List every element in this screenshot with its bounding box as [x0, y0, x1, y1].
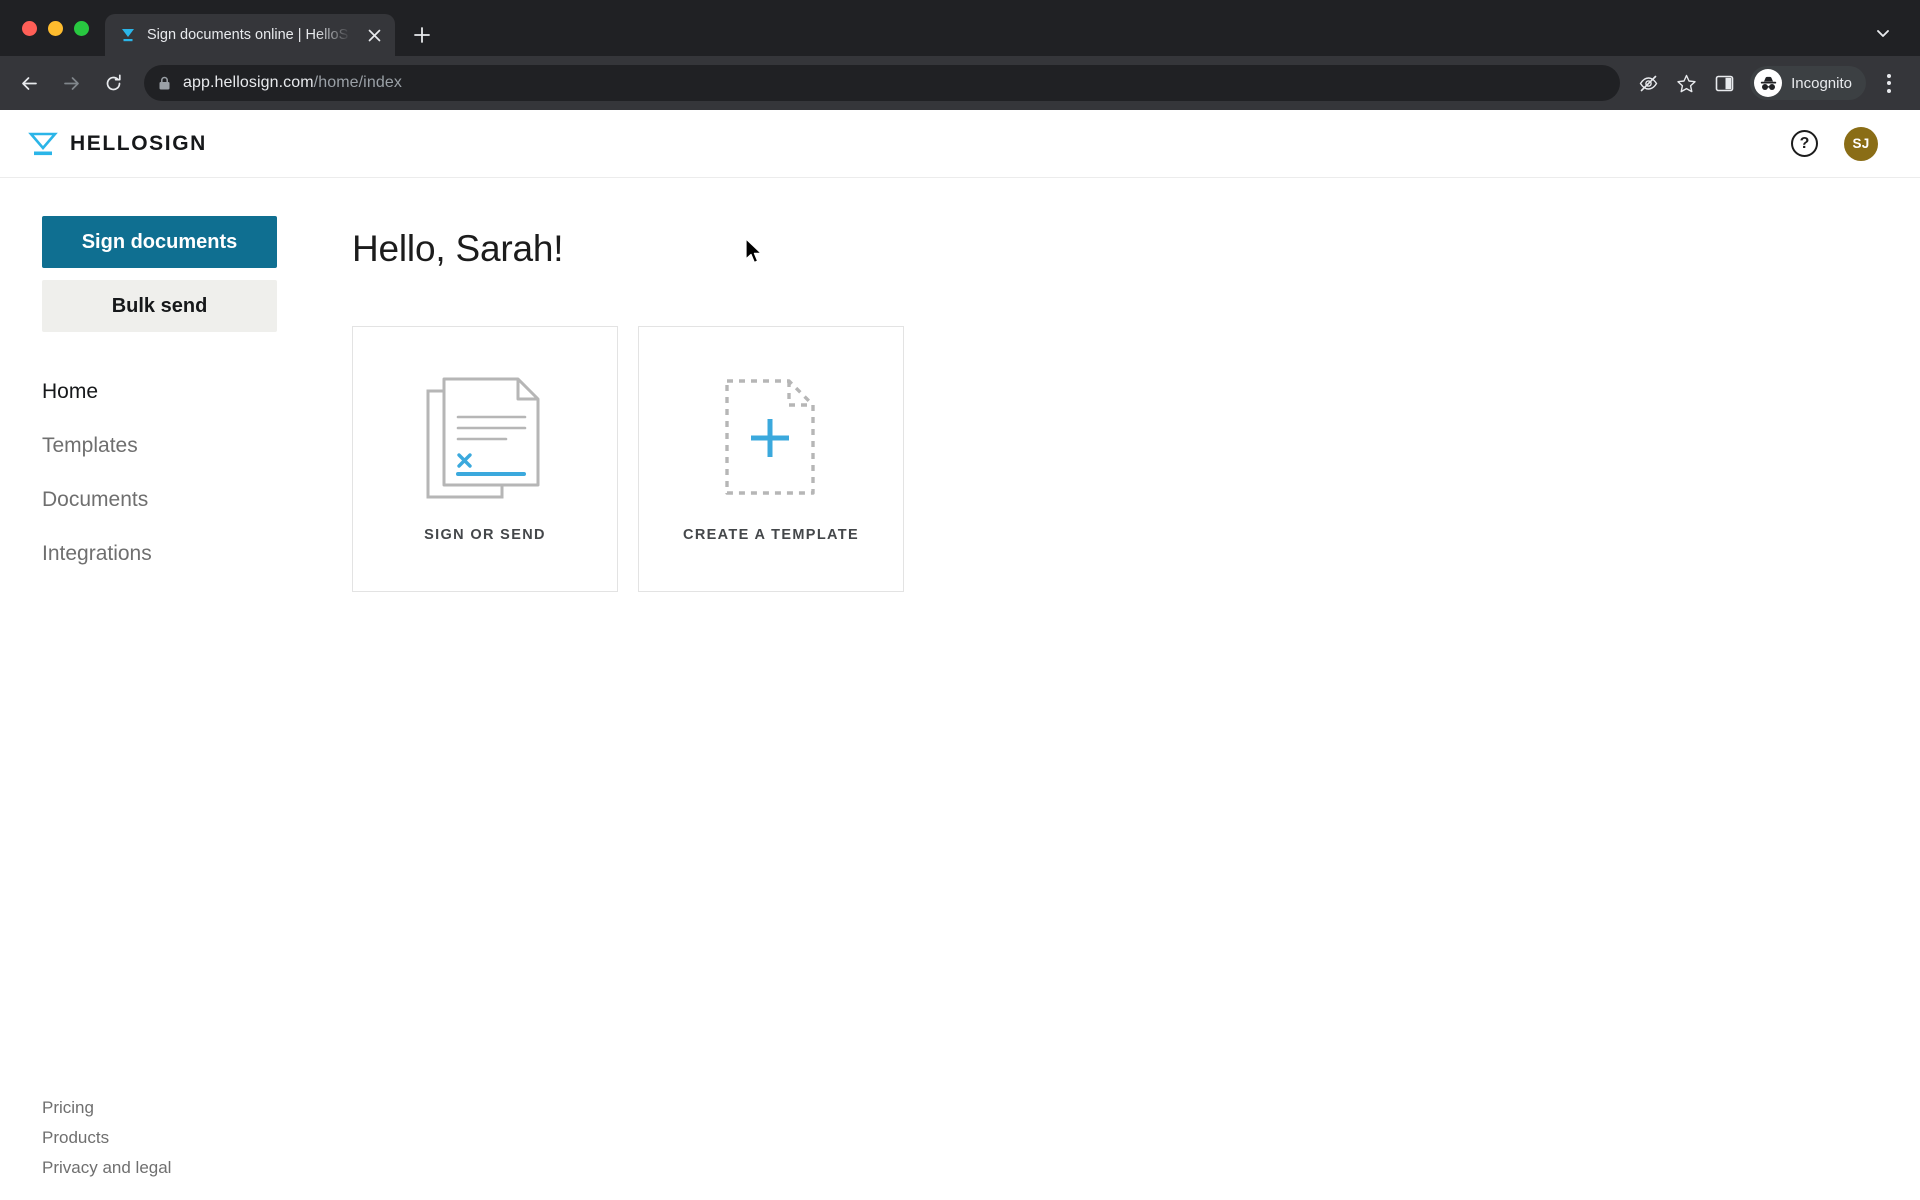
address-bar-url: app.hellosign.com/home/index — [183, 74, 402, 92]
footer-link-privacy-and-legal[interactable]: Privacy and legal — [42, 1158, 171, 1178]
incognito-icon — [1754, 69, 1783, 97]
tab-search-button[interactable] — [1868, 18, 1898, 48]
sidebar-item-integrations[interactable]: Integrations — [42, 542, 152, 566]
browser-tab[interactable]: Sign documents online | HelloS — [105, 14, 395, 56]
app-header: HELLOSIGN ? SJ — [0, 110, 1920, 178]
address-bar[interactable]: app.hellosign.com/home/index — [144, 65, 1621, 101]
sidebar-item-templates[interactable]: Templates — [42, 434, 138, 458]
create-a-template-card[interactable]: CREATE A TEMPLATE — [638, 326, 904, 592]
toolbar-actions: Incognito — [1630, 65, 1904, 101]
avatar[interactable]: SJ — [1844, 126, 1878, 161]
eye-slash-icon[interactable] — [1630, 65, 1666, 101]
side-panel-icon[interactable] — [1706, 65, 1742, 101]
new-template-plus-icon — [715, 375, 827, 501]
new-tab-button[interactable] — [405, 18, 439, 52]
browser-toolbar: app.hellosign.com/home/index Incognito — [0, 56, 1920, 110]
minimize-window-dot[interactable] — [48, 20, 63, 36]
main-content: Hello, Sarah! SIGN OR SEND CREATE A TEMP… — [310, 178, 1920, 1200]
help-question-icon[interactable]: ? — [1791, 130, 1818, 157]
reload-button[interactable] — [94, 64, 132, 102]
browser-tab-strip: Sign documents online | HelloS — [0, 0, 1920, 56]
footer-links: Pricing Products Privacy and legal — [42, 1098, 171, 1178]
incognito-indicator[interactable]: Incognito — [1750, 66, 1866, 100]
app-header-actions: ? SJ — [1791, 126, 1878, 161]
hellosign-logo-icon — [28, 130, 58, 158]
sidebar-item-documents[interactable]: Documents — [42, 488, 148, 512]
browser-window: Sign documents online | HelloS app.hello… — [0, 0, 1920, 1200]
footer-link-pricing[interactable]: Pricing — [42, 1098, 94, 1118]
sidebar: Sign documents Bulk send Home Templates … — [0, 178, 310, 1200]
page-title: Hello, Sarah! — [352, 228, 564, 269]
bulk-send-button[interactable]: Bulk send — [42, 280, 277, 332]
url-domain: app.hellosign.com — [183, 74, 314, 91]
hellosign-favicon-icon — [119, 26, 137, 44]
sign-or-send-label: SIGN OR SEND — [424, 527, 546, 543]
hellosign-logo[interactable]: HELLOSIGN — [28, 130, 207, 158]
sign-or-send-card[interactable]: SIGN OR SEND — [352, 326, 618, 592]
sign-documents-button[interactable]: Sign documents — [42, 216, 277, 268]
browser-tab-title: Sign documents online | HelloS — [147, 27, 349, 43]
action-cards: SIGN OR SEND CREATE A TEMPLATE — [352, 326, 1920, 592]
maximize-window-dot[interactable] — [74, 20, 89, 36]
app-body: Sign documents Bulk send Home Templates … — [0, 178, 1920, 1200]
incognito-label: Incognito — [1791, 74, 1852, 92]
footer-link-products[interactable]: Products — [42, 1128, 109, 1148]
create-a-template-label: CREATE A TEMPLATE — [683, 527, 859, 543]
url-path: /home/index — [313, 74, 402, 91]
lock-icon — [158, 76, 171, 91]
star-icon[interactable] — [1668, 65, 1704, 101]
document-signature-icon — [424, 375, 546, 501]
sidebar-nav: Home Templates Documents Integrations — [42, 380, 310, 566]
close-window-dot[interactable] — [22, 20, 37, 36]
hellosign-logo-text: HELLOSIGN — [70, 131, 207, 155]
page-content: HELLOSIGN ? SJ Sign documents Bulk send … — [0, 110, 1920, 1200]
forward-button[interactable] — [52, 64, 90, 102]
kebab-menu-icon[interactable] — [1874, 65, 1904, 101]
back-button[interactable] — [10, 64, 48, 102]
close-icon[interactable] — [363, 24, 385, 46]
sidebar-item-home[interactable]: Home — [42, 380, 98, 404]
window-traffic-lights — [14, 0, 105, 56]
